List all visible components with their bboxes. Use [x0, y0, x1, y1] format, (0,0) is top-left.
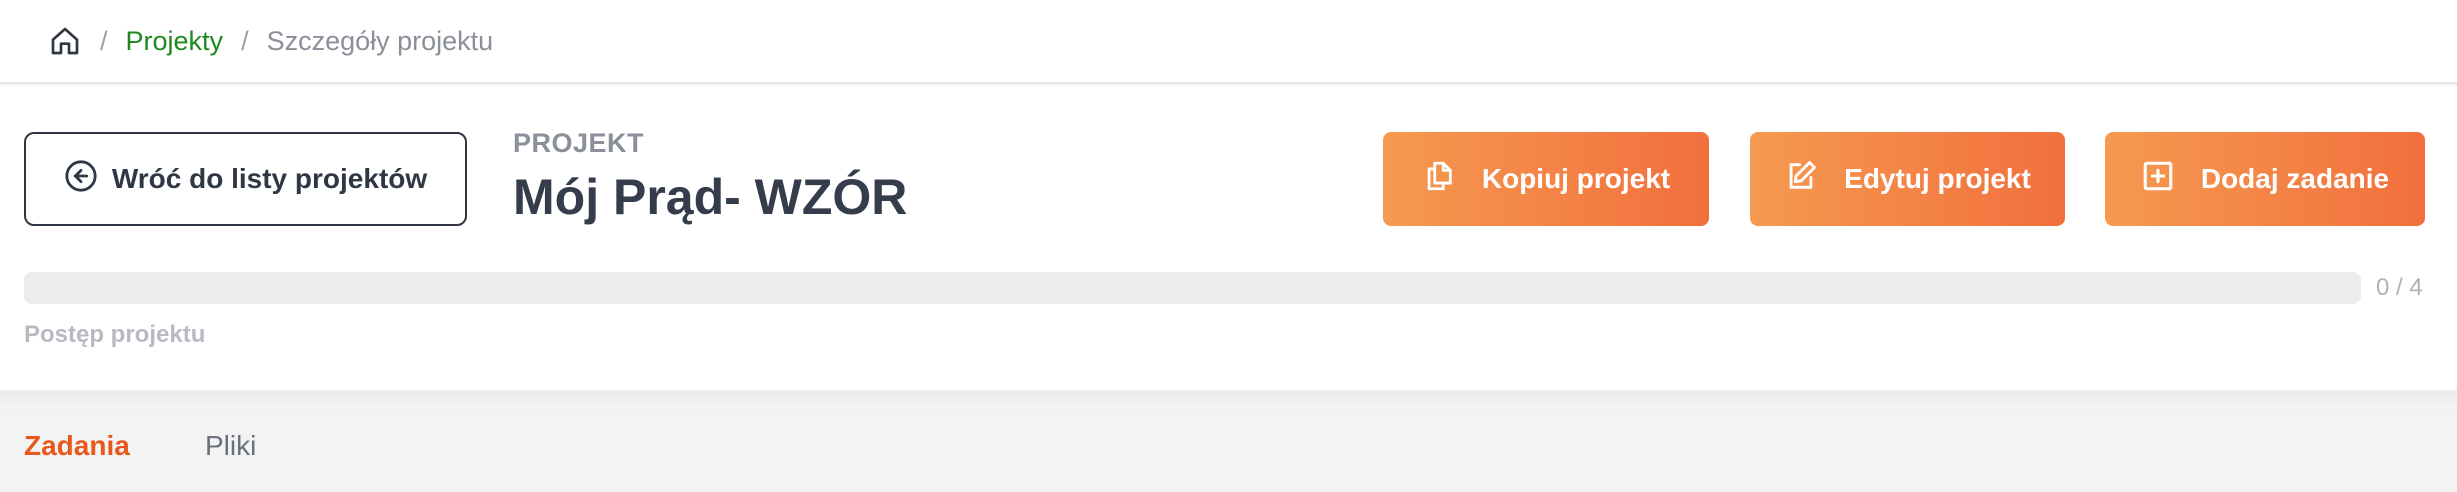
breadcrumb-current: Szczegóły projektu — [266, 25, 494, 56]
project-progress-bar — [24, 272, 2361, 304]
breadcrumb: / Projekty / Szczegóły projektu — [0, 0, 2457, 84]
edit-project-label: Edytuj projekt — [1844, 163, 2031, 194]
add-task-label: Dodaj zadanie — [2200, 163, 2390, 194]
arrow-left-circle-icon — [64, 159, 98, 200]
copy-icon — [1422, 159, 1456, 200]
tab-bar: Zadania Pliki — [0, 390, 2457, 492]
progress-label: Postęp projektu — [24, 321, 206, 348]
progress-count: 0 / 4 — [2376, 274, 2423, 301]
tab-tasks[interactable]: Zadania — [24, 430, 130, 462]
breadcrumb-separator: / — [241, 25, 249, 56]
edit-project-button[interactable]: Edytuj projekt — [1750, 132, 2065, 226]
breadcrumb-projects-link[interactable]: Projekty — [126, 26, 224, 57]
home-icon[interactable] — [48, 24, 82, 58]
page-title: Mój Prąd- WZÓR — [513, 169, 908, 225]
page: / Projekty / Szczegóły projektu Wróć do … — [0, 0, 2457, 492]
tab-files[interactable]: Pliki — [205, 430, 256, 462]
back-button-label: Wróć do listy projektów — [111, 163, 428, 194]
breadcrumb-separator: / — [100, 25, 108, 56]
back-to-projects-button[interactable]: Wróć do listy projektów — [24, 132, 467, 226]
copy-project-label: Kopiuj projekt — [1481, 163, 1671, 194]
copy-project-button[interactable]: Kopiuj projekt — [1383, 132, 1709, 226]
edit-icon — [1784, 159, 1818, 200]
plus-square-icon — [2141, 159, 2175, 200]
add-task-button[interactable]: Dodaj zadanie — [2105, 132, 2425, 226]
project-kicker: PROJEKT — [513, 128, 645, 158]
project-header: Wróć do listy projektów PROJEKT Mój Prąd… — [0, 86, 2457, 390]
